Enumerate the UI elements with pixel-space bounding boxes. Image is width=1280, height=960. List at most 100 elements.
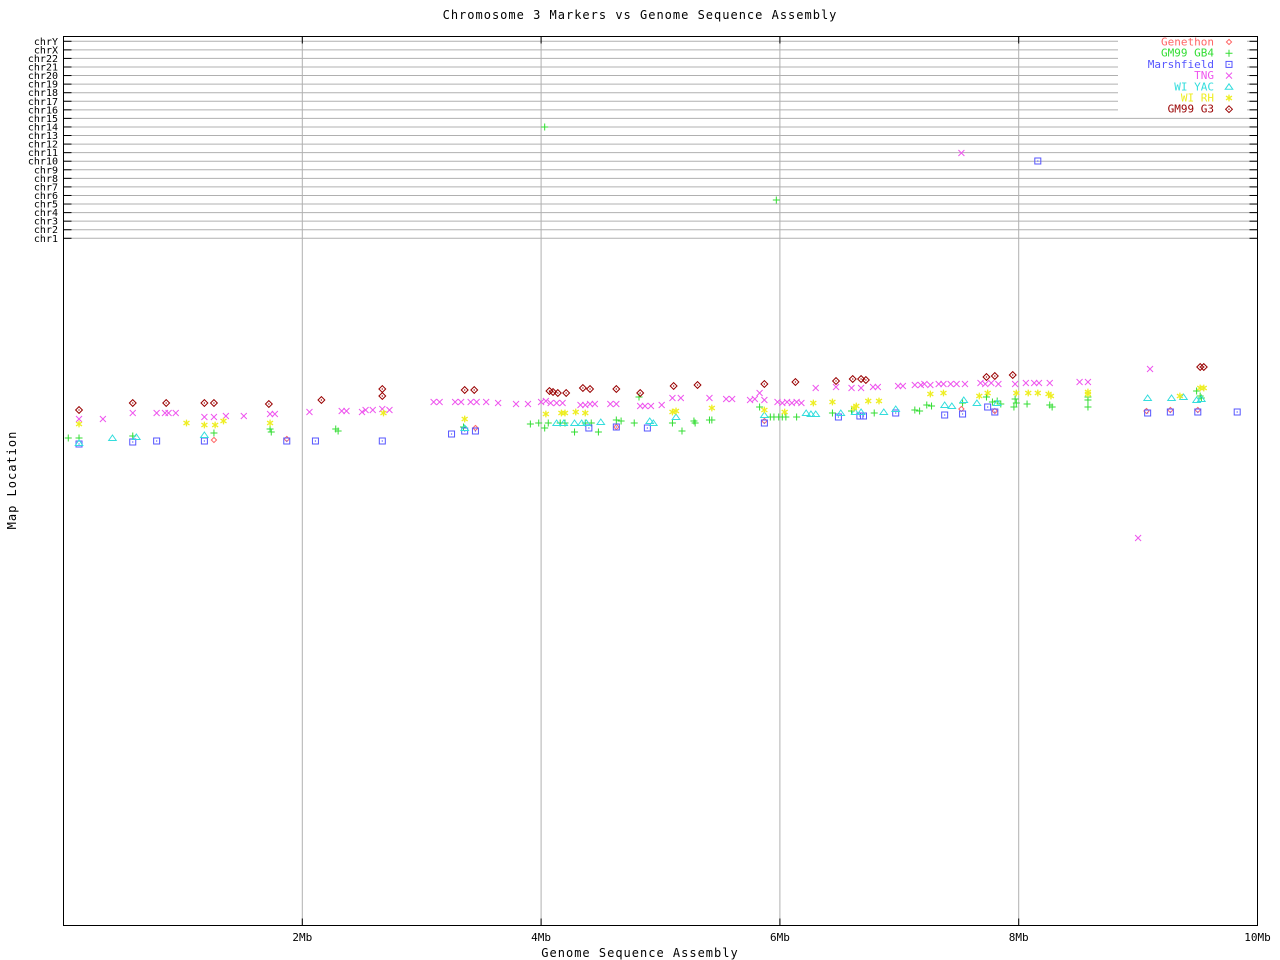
data-point-marker bbox=[558, 409, 565, 417]
data-point-marker bbox=[343, 407, 350, 415]
data-point-marker bbox=[381, 395, 383, 397]
data-point-marker bbox=[588, 427, 590, 429]
data-point-marker bbox=[612, 416, 620, 424]
data-point-marker bbox=[794, 381, 797, 383]
data-point-marker bbox=[381, 388, 383, 390]
data-point-marker bbox=[524, 400, 532, 408]
data-point-marker bbox=[131, 433, 142, 440]
data-point-marker bbox=[199, 431, 210, 438]
data-point-marker bbox=[132, 402, 134, 404]
data-point-marker bbox=[1146, 365, 1154, 373]
data-point-marker bbox=[474, 430, 477, 432]
data-point-marker bbox=[994, 411, 996, 413]
data-point-marker bbox=[606, 400, 614, 408]
data-point-marker bbox=[572, 408, 580, 416]
data-point-marker bbox=[959, 396, 969, 403]
data-point-marker bbox=[203, 402, 205, 404]
data-point-marker bbox=[565, 392, 567, 394]
data-point-marker bbox=[1134, 534, 1142, 542]
data-point-marker bbox=[544, 419, 552, 427]
data-point-marker bbox=[211, 421, 219, 429]
data-point-marker bbox=[1147, 412, 1149, 414]
data-point-marker bbox=[1084, 378, 1092, 386]
data-point-marker bbox=[107, 434, 118, 441]
data-point-marker bbox=[671, 413, 681, 420]
data-point-marker bbox=[380, 409, 387, 417]
data-point-marker bbox=[829, 398, 836, 406]
data-point-marker bbox=[381, 440, 383, 442]
data-point-marker bbox=[1196, 384, 1204, 392]
data-point-legend bbox=[1228, 63, 1230, 65]
data-point-marker bbox=[1084, 396, 1092, 404]
data-point-marker bbox=[615, 388, 617, 390]
data-point-marker bbox=[1035, 379, 1043, 387]
data-point-marker bbox=[78, 443, 80, 445]
data-point-marker bbox=[763, 422, 765, 424]
data-point-marker bbox=[890, 405, 901, 412]
data-point-marker bbox=[267, 428, 275, 436]
data-point-marker bbox=[953, 380, 960, 388]
data-point-marker bbox=[156, 440, 158, 442]
data-point-marker bbox=[1236, 411, 1238, 413]
data-point-marker bbox=[320, 399, 323, 401]
data-point-marker bbox=[591, 400, 599, 408]
data-point-marker bbox=[940, 380, 947, 388]
data-point-marker bbox=[870, 409, 878, 417]
data-point-marker bbox=[668, 419, 676, 427]
x-tick-label: 6Mb bbox=[770, 931, 790, 944]
data-point-marker bbox=[582, 387, 584, 389]
data-point-marker bbox=[553, 399, 560, 407]
data-point-marker bbox=[641, 402, 649, 410]
data-point-marker bbox=[926, 381, 934, 389]
data-point-marker bbox=[875, 397, 883, 405]
data-point-marker bbox=[899, 382, 907, 390]
data-point-marker bbox=[1023, 400, 1031, 408]
data-point-marker bbox=[696, 384, 699, 386]
data-point-marker bbox=[772, 196, 780, 204]
data-point-marker bbox=[756, 403, 764, 411]
data-point-marker bbox=[756, 389, 763, 397]
data-point-marker bbox=[473, 389, 475, 391]
data-point-marker bbox=[763, 383, 765, 385]
data-point-marker bbox=[1200, 384, 1208, 392]
data-point-marker bbox=[1037, 160, 1039, 162]
data-point-marker bbox=[266, 419, 274, 427]
x-tick-label: 2Mb bbox=[292, 931, 312, 944]
data-point-marker bbox=[436, 398, 443, 406]
data-point-marker bbox=[961, 413, 964, 415]
data-point-marker bbox=[1024, 389, 1032, 397]
data-point-marker bbox=[658, 401, 666, 409]
data-point-marker bbox=[201, 413, 208, 421]
data-point-marker bbox=[874, 383, 882, 391]
data-point-marker bbox=[837, 416, 840, 418]
legend-label: GM99 G3 bbox=[1168, 103, 1214, 116]
data-point-marker bbox=[203, 440, 205, 442]
data-point-marker bbox=[268, 403, 270, 405]
data-point-marker bbox=[78, 409, 80, 411]
data-point-marker bbox=[995, 380, 1002, 388]
data-point-marker bbox=[594, 428, 602, 436]
data-point-marker bbox=[561, 409, 569, 417]
data-point-marker bbox=[793, 413, 801, 421]
data-point-marker bbox=[172, 409, 180, 417]
data-point-marker bbox=[557, 392, 559, 394]
data-point-marker bbox=[944, 414, 946, 416]
data-point-marker bbox=[1076, 378, 1083, 386]
x-tick-label: 4Mb bbox=[531, 931, 551, 944]
data-point-marker bbox=[129, 409, 137, 417]
data-point-marker bbox=[494, 399, 502, 407]
data-point-marker bbox=[451, 398, 459, 406]
data-point-marker bbox=[99, 415, 107, 423]
data-point-marker bbox=[751, 395, 759, 403]
data-point-marker bbox=[461, 415, 469, 423]
data-point-marker bbox=[541, 123, 549, 131]
data-point-marker bbox=[596, 418, 606, 425]
data-point-marker bbox=[581, 409, 589, 417]
data-point-marker bbox=[1084, 403, 1092, 411]
chart-plot-area: chrYchrXchr22chr21chr20chr19chr18chr17ch… bbox=[28, 36, 1271, 945]
data-point-marker bbox=[1011, 380, 1019, 388]
data-point-marker bbox=[569, 419, 580, 426]
data-point-marker bbox=[386, 406, 393, 414]
data-point-marker bbox=[210, 429, 218, 437]
data-point-marker bbox=[836, 409, 846, 416]
